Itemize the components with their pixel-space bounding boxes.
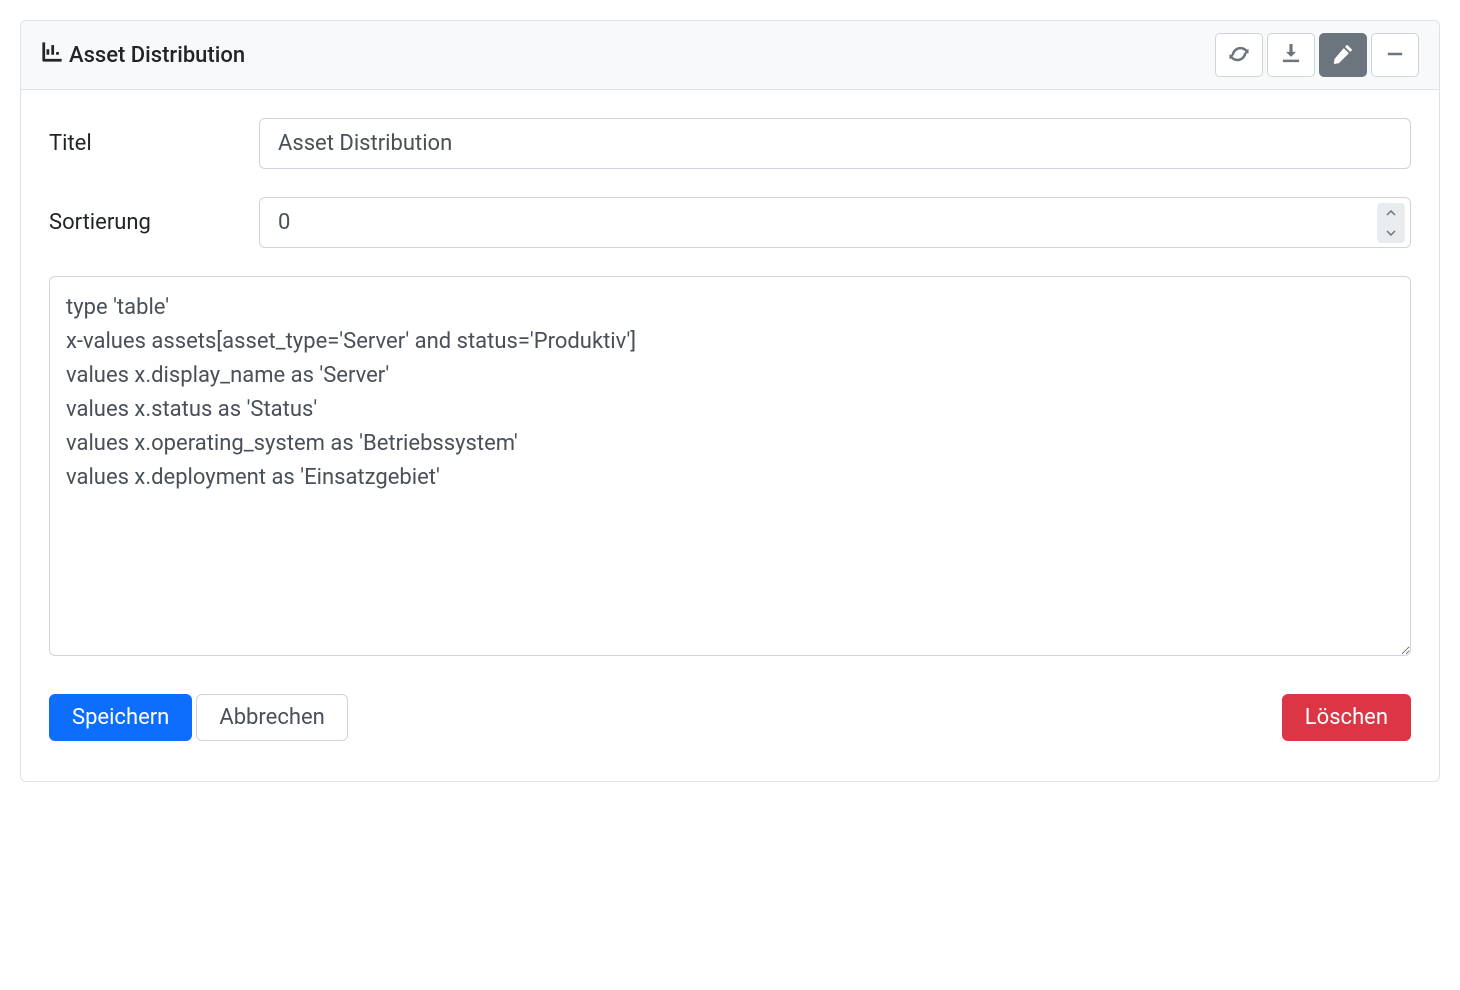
cancel-button[interactable]: Abbrechen [196,694,347,741]
collapse-button[interactable] [1371,33,1419,77]
delete-button[interactable]: Löschen [1282,694,1411,741]
pencil-icon [1333,44,1353,67]
sort-input[interactable] [259,197,1411,248]
sort-label: Sortierung [49,210,259,235]
widget-panel: Asset Distribution [20,20,1440,782]
panel-title-text: Asset Distribution [69,43,245,68]
download-icon [1281,44,1301,67]
chart-bar-icon [41,41,63,69]
refresh-button[interactable] [1215,33,1263,77]
panel-title: Asset Distribution [41,41,245,69]
sort-row: Sortierung [49,197,1411,248]
chevron-up-icon[interactable] [1377,203,1405,223]
refresh-icon [1229,44,1249,67]
title-row: Titel [49,118,1411,169]
panel-toolbar [1211,33,1419,77]
title-input[interactable] [259,118,1411,169]
edit-button[interactable] [1319,33,1367,77]
panel-body: Titel Sortierung Speichern [21,90,1439,781]
panel-header: Asset Distribution [21,21,1439,90]
button-row: Speichern Abbrechen Löschen [49,694,1411,741]
code-textarea[interactable] [49,276,1411,656]
minus-icon [1385,44,1405,67]
chevron-down-icon[interactable] [1377,223,1405,243]
save-button[interactable]: Speichern [49,694,192,741]
download-button[interactable] [1267,33,1315,77]
number-stepper[interactable] [1377,203,1405,243]
title-label: Titel [49,131,259,156]
